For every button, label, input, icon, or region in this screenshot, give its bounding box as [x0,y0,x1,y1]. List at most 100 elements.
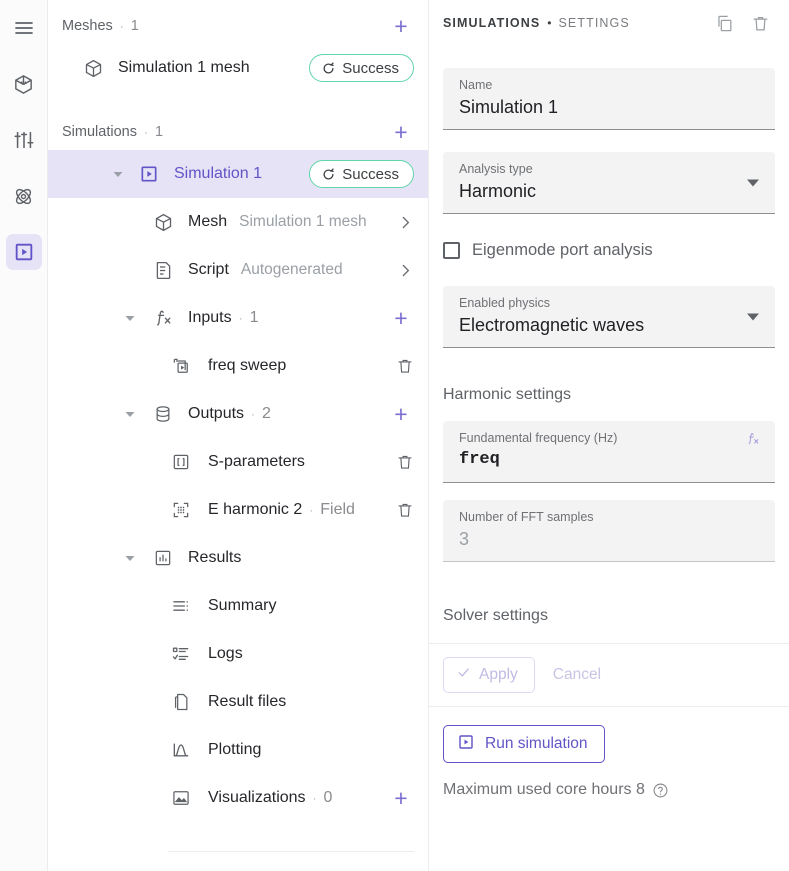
tree-node-plotting[interactable]: Plotting [48,726,428,774]
tree-node-inputs[interactable]: Inputs · 1 + [48,294,428,342]
fundamental-frequency-label: Fundamental frequency (Hz) [459,431,618,445]
app-root: Meshes · 1 + Simulation 1 mesh Success S… [0,0,789,871]
tree-node-e-harmonic-label: E harmonic 2 [208,501,303,518]
visualizations-separator: · [312,791,317,805]
add-input-button[interactable]: + [388,305,414,331]
tree-node-result-files-label: Result files [208,693,287,710]
action-row: Apply Cancel [429,644,789,706]
check-icon [456,665,471,685]
play-square-icon [457,733,475,756]
simulation-list-item[interactable]: Simulation 1 Success [48,150,428,198]
fundamental-frequency-field[interactable]: Fundamental frequency (Hz) freq [443,421,775,483]
mesh-list-item[interactable]: Simulation 1 mesh Success [48,44,428,92]
solver-settings-title[interactable]: Solver settings [443,607,775,625]
menu-button[interactable] [6,10,42,46]
inputs-separator: · [238,311,243,325]
simulations-section-title: Simulations [62,124,137,140]
add-simulation-button[interactable]: + [388,119,414,145]
settings-panel: SIMULATIONS • SETTINGS Name Simulation 1 [429,0,789,871]
tree-node-script[interactable]: Script Autogenerated [48,246,428,294]
chevron-right-icon[interactable] [397,262,414,279]
hamburger-menu-icon [13,17,35,39]
chevron-down-icon[interactable] [747,313,759,320]
add-output-button[interactable]: + [388,401,414,427]
tree-node-visualizations-label: Visualizations [208,789,306,806]
core-hours-row: Maximum used core hours 8 [443,781,775,799]
analysis-type-select[interactable]: Analysis type Harmonic [443,152,775,214]
refresh-icon [321,167,336,182]
chevron-right-icon[interactable] [397,214,414,231]
meshes-section-title: Meshes [62,18,113,34]
materials-button[interactable] [6,122,42,158]
cancel-button[interactable]: Cancel [539,657,615,693]
breadcrumb-primary[interactable]: SIMULATIONS [443,16,540,30]
mesh-item-label: Simulation 1 mesh [118,59,250,76]
harmonic-settings-title: Harmonic settings [443,386,572,403]
function-icon[interactable] [745,431,761,452]
simulation-status-label: Success [342,165,399,183]
add-mesh-button[interactable]: + [388,13,414,39]
meshes-count: 1 [130,18,139,34]
simulation-play-icon [134,164,164,184]
apply-button[interactable]: Apply [443,657,535,693]
fundamental-frequency-value[interactable]: freq [459,446,761,474]
mesh-status-label: Success [342,59,399,77]
fft-samples-field[interactable]: Number of FFT samples 3 [443,500,775,562]
tree-node-results-label: Results [188,549,242,566]
delete-e-harmonic-button[interactable] [396,501,414,519]
refresh-icon [321,61,336,76]
bar-chart-icon [148,548,178,568]
inputs-expand-caret[interactable] [118,312,142,324]
run-simulation-button[interactable]: Run simulation [443,725,605,763]
tree-node-outputs[interactable]: Outputs · 2 + [48,390,428,438]
delete-s-parameters-button[interactable] [396,453,414,471]
eigenmode-checkbox-label: Eigenmode port analysis [472,240,653,259]
mesh-cube-icon [148,212,178,233]
s-parameters-matrix-icon [166,452,196,472]
simulation-expand-caret[interactable] [106,168,130,180]
geometry-cube-icon [12,73,35,96]
tree-node-mesh[interactable]: Mesh Simulation 1 mesh [48,198,428,246]
fft-samples-value: 3 [459,529,470,549]
meshes-section-header: Meshes · 1 + [48,8,428,44]
run-simulation-label: Run simulation [485,735,588,752]
chevron-down-icon[interactable] [747,179,759,186]
delete-simulation-button[interactable] [745,8,775,38]
name-field[interactable]: Name Simulation 1 [443,68,775,130]
tree-node-e-harmonic-value: Field [320,501,355,518]
physics-button[interactable] [6,178,42,214]
geometry-button[interactable] [6,66,42,102]
tree-node-s-parameters[interactable]: S-parameters [48,438,428,486]
fft-samples-label: Number of FFT samples [459,510,594,524]
delete-freq-sweep-button[interactable] [396,357,414,375]
add-visualization-button[interactable]: + [388,785,414,811]
name-field-value[interactable]: Simulation 1 [459,93,761,121]
left-rail [0,0,48,871]
simulations-button[interactable] [5,234,42,270]
field-dots-icon [166,500,196,520]
play-square-icon [13,241,35,263]
checkbox-box-icon[interactable] [443,241,460,259]
tree-node-e-harmonic[interactable]: E harmonic 2 · Field [48,486,428,534]
tree-node-logs[interactable]: Logs [48,630,428,678]
duplicate-simulation-button[interactable] [709,8,739,38]
breadcrumb-separator: • [547,16,552,30]
sweep-copies-icon [166,356,196,376]
analysis-type-label: Analysis type [459,162,533,176]
help-circle-icon[interactable] [652,782,669,799]
outputs-expand-caret[interactable] [118,408,142,420]
tree-node-visualizations[interactable]: Visualizations · 0 + [48,774,428,822]
enabled-physics-select[interactable]: Enabled physics Electromagnetic waves [443,286,775,348]
tree-node-summary[interactable]: Summary [48,582,428,630]
eigenmode-port-analysis-checkbox[interactable]: Eigenmode port analysis [443,228,775,272]
tree-node-freq-sweep[interactable]: freq sweep [48,342,428,390]
script-document-icon [148,260,178,281]
results-expand-caret[interactable] [118,552,142,564]
tree-node-result-files[interactable]: Result files [48,678,428,726]
database-icon [148,404,178,424]
apply-button-label: Apply [479,666,518,683]
tree-node-outputs-label: Outputs [188,405,245,422]
tree-node-results[interactable]: Results [48,534,428,582]
sliders-icon [13,129,35,151]
run-row: Run simulation [429,707,789,763]
